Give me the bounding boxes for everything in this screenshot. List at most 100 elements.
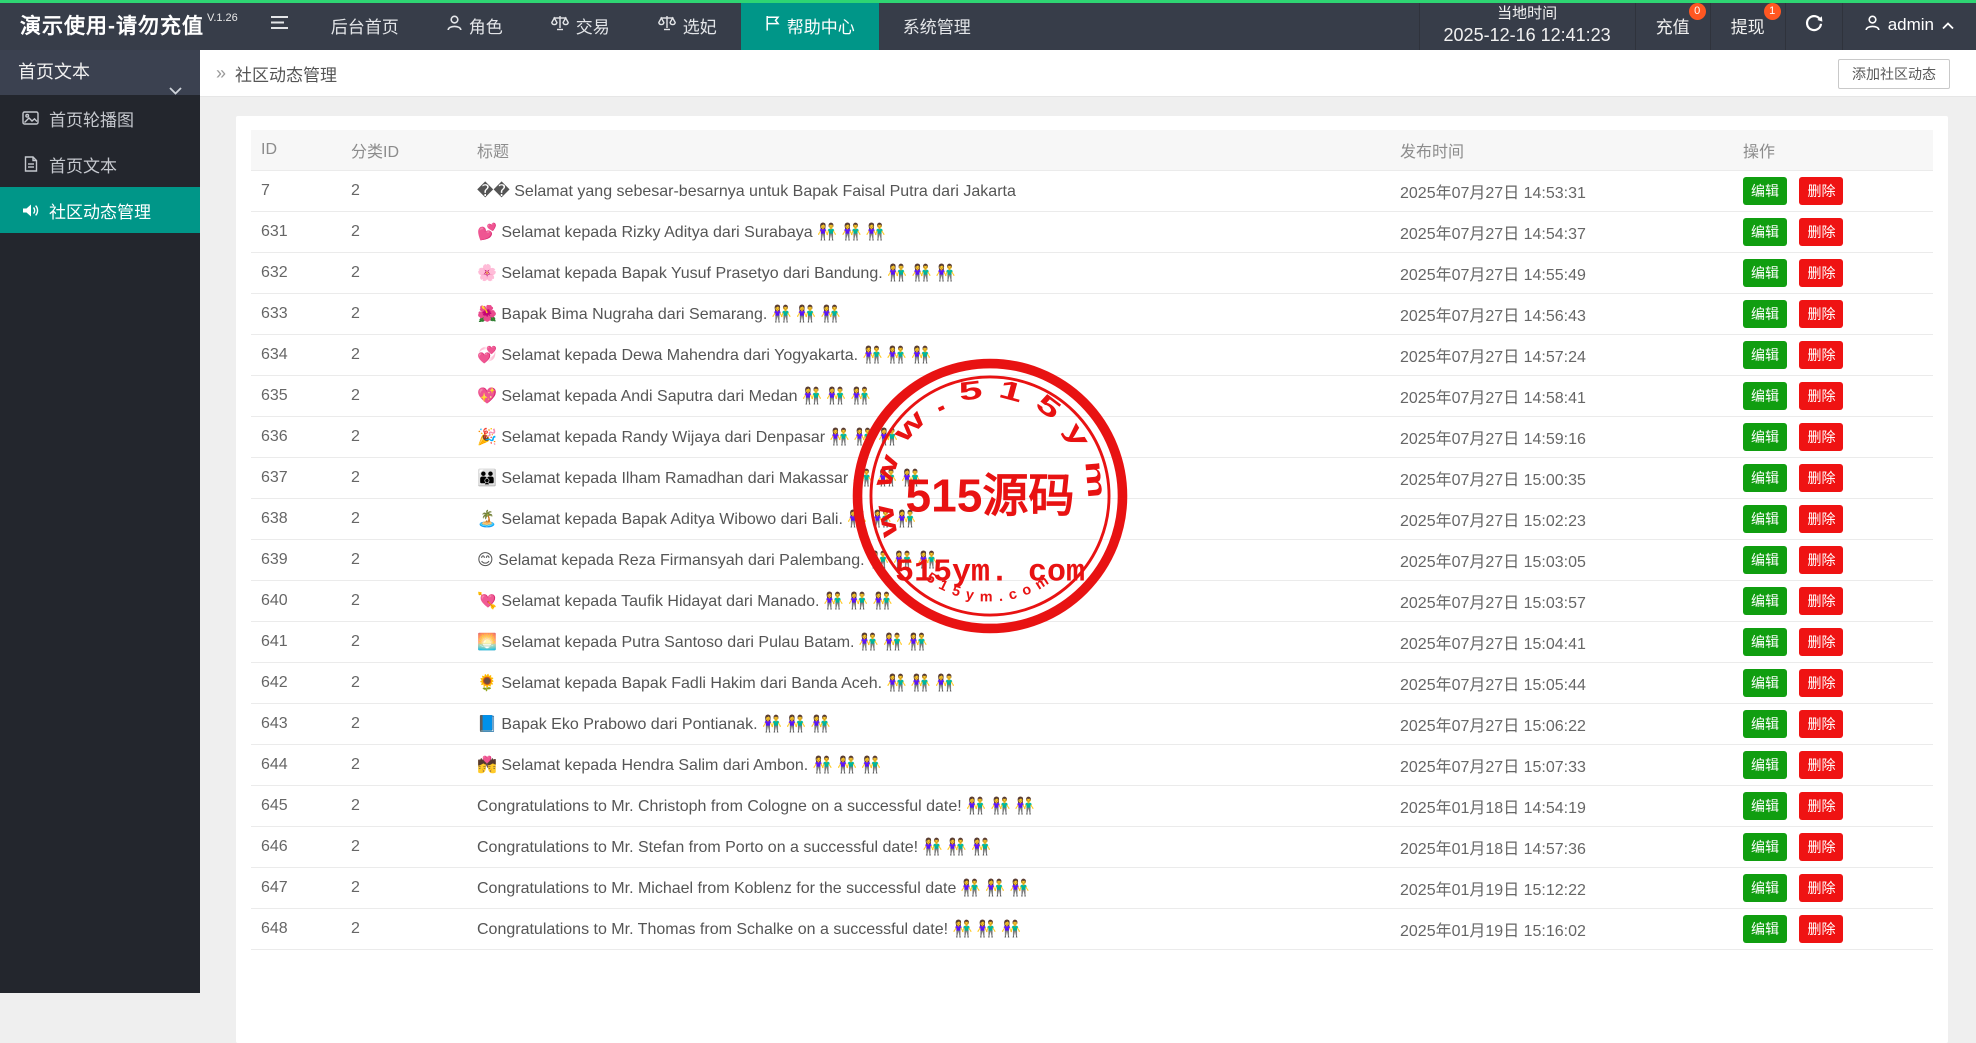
delete-button[interactable]: 删除 — [1799, 586, 1844, 615]
edit-button[interactable]: 编辑 — [1743, 504, 1787, 533]
delete-button[interactable]: 删除 — [1799, 217, 1844, 246]
nav-item-roles[interactable]: 角色 — [423, 0, 527, 50]
delete-button[interactable]: 删除 — [1799, 750, 1844, 779]
nav-item-trade[interactable]: 交易 — [527, 0, 634, 50]
add-community-feed-button[interactable]: 添加社区动态 — [1838, 59, 1950, 89]
sidebar-item-home-text[interactable]: 首页文本 — [0, 141, 200, 187]
cell-id: 632 — [251, 252, 351, 294]
local-time-label: 当地时间 — [1497, 4, 1558, 22]
edit-button[interactable]: 编辑 — [1743, 299, 1787, 328]
delete-button[interactable]: 删除 — [1799, 914, 1844, 943]
edit-button[interactable]: 编辑 — [1743, 217, 1787, 246]
table-row: 635 2 💖 Selamat kepada Andi Saputra dari… — [251, 375, 1933, 417]
delete-button[interactable]: 删除 — [1799, 832, 1844, 861]
cell-category: 2 — [351, 539, 477, 581]
delete-button[interactable]: 删除 — [1799, 176, 1844, 205]
table-row: 634 2 💞 Selamat kepada Dewa Mahendra dar… — [251, 334, 1933, 376]
brand-title: 演示使用-请勿充值 — [20, 15, 204, 38]
edit-button[interactable]: 编辑 — [1743, 381, 1787, 410]
cell-actions: 编辑 删除 — [1743, 908, 1933, 950]
delete-button[interactable]: 删除 — [1799, 545, 1844, 574]
table-row: 648 2 Congratulations to Mr. Thomas from… — [251, 908, 1933, 950]
cell-category: 2 — [351, 334, 477, 376]
delete-button[interactable]: 删除 — [1799, 627, 1844, 656]
cell-time: 2025年01月18日 14:57:36 — [1400, 826, 1743, 868]
cell-time: 2025年07月27日 15:05:44 — [1400, 662, 1743, 704]
brand-version: V.1.26 — [207, 12, 238, 24]
recharge-button[interactable]: 充值 0 — [1636, 0, 1711, 50]
speaker-icon — [22, 203, 39, 218]
delete-button[interactable]: 删除 — [1799, 258, 1844, 287]
edit-button[interactable]: 编辑 — [1743, 668, 1787, 697]
table-card: ID 分类ID 标题 发布时间 操作 7 2 �� Selamat yang s… — [236, 116, 1948, 1043]
sidebar-item-community-feed[interactable]: 社区动态管理 — [0, 187, 200, 233]
table-row: 642 2 🌻 Selamat kepada Bapak Fadli Hakim… — [251, 662, 1933, 704]
cell-category: 2 — [351, 375, 477, 417]
delete-button[interactable]: 删除 — [1799, 791, 1844, 820]
nav-item-dashboard[interactable]: 后台首页 — [307, 0, 423, 50]
username: admin — [1887, 15, 1934, 34]
sidebar-item-label: 首页轮播图 — [49, 110, 134, 130]
delete-button[interactable]: 删除 — [1799, 463, 1844, 492]
delete-button[interactable]: 删除 — [1799, 381, 1844, 410]
cell-category: 2 — [351, 252, 477, 294]
delete-button[interactable]: 删除 — [1799, 340, 1844, 369]
cell-title: 🌸 Selamat kepada Bapak Yusuf Prasetyo da… — [477, 252, 1400, 294]
cell-category: 2 — [351, 293, 477, 335]
edit-button[interactable]: 编辑 — [1743, 709, 1787, 738]
cell-actions: 编辑 删除 — [1743, 211, 1933, 253]
cell-actions: 编辑 删除 — [1743, 621, 1933, 663]
chevron-down-icon — [169, 67, 182, 112]
table-row: 639 2 😊 Selamat kepada Reza Firmansyah d… — [251, 539, 1933, 581]
cell-id: 648 — [251, 908, 351, 950]
edit-button[interactable]: 编辑 — [1743, 340, 1787, 369]
cell-title: 💏 Selamat kepada Hendra Salim dari Ambon… — [477, 744, 1400, 786]
delete-button[interactable]: 删除 — [1799, 422, 1844, 451]
user-menu[interactable]: admin — [1843, 0, 1976, 50]
delete-button[interactable]: 删除 — [1799, 873, 1844, 902]
menu-toggle-button[interactable] — [252, 0, 307, 50]
edit-button[interactable]: 编辑 — [1743, 422, 1787, 451]
edit-button[interactable]: 编辑 — [1743, 176, 1787, 205]
breadcrumb: » 社区动态管理 — [216, 50, 337, 97]
cell-category: 2 — [351, 580, 477, 622]
nav-item-help-center[interactable]: 帮助中心 — [740, 0, 879, 50]
cell-time: 2025年07月27日 14:53:31 — [1400, 170, 1743, 212]
refresh-button[interactable] — [1786, 0, 1843, 50]
cell-time: 2025年07月27日 14:56:43 — [1400, 293, 1743, 335]
cell-actions: 编辑 删除 — [1743, 662, 1933, 704]
edit-button[interactable]: 编辑 — [1743, 258, 1787, 287]
edit-button[interactable]: 编辑 — [1743, 463, 1787, 492]
nav-item-select[interactable]: 选妃 — [634, 0, 741, 50]
main-content: » 社区动态管理 添加社区动态 ID 分类ID 标题 发布时间 操作 7 2 �… — [200, 50, 1976, 1043]
brand: 演示使用-请勿充值 V.1.26 — [0, 0, 252, 50]
delete-button[interactable]: 删除 — [1799, 504, 1844, 533]
edit-button[interactable]: 编辑 — [1743, 832, 1787, 861]
edit-button[interactable]: 编辑 — [1743, 586, 1787, 615]
edit-button[interactable]: 编辑 — [1743, 750, 1787, 779]
cell-title: 💕 Selamat kepada Rizky Aditya dari Surab… — [477, 211, 1400, 253]
cell-id: 640 — [251, 580, 351, 622]
cell-category: 2 — [351, 416, 477, 458]
delete-button[interactable]: 删除 — [1799, 299, 1844, 328]
nav-item-system[interactable]: 系统管理 — [879, 0, 995, 50]
edit-button[interactable]: 编辑 — [1743, 545, 1787, 574]
table-row: 636 2 🎉 Selamat kepada Randy Wijaya dari… — [251, 416, 1933, 458]
cell-category: 2 — [351, 826, 477, 868]
cell-category: 2 — [351, 785, 477, 827]
edit-button[interactable]: 编辑 — [1743, 914, 1787, 943]
cell-time: 2025年07月27日 14:54:37 — [1400, 211, 1743, 253]
table-header-row: ID 分类ID 标题 发布时间 操作 — [251, 130, 1933, 171]
withdraw-button[interactable]: 提现 1 — [1711, 0, 1786, 50]
cell-title: 👪 Selamat kepada Ilham Ramadhan dari Mak… — [477, 457, 1400, 499]
edit-button[interactable]: 编辑 — [1743, 873, 1787, 902]
cell-time: 2025年07月27日 14:57:24 — [1400, 334, 1743, 376]
cell-id: 639 — [251, 539, 351, 581]
cell-actions: 编辑 删除 — [1743, 293, 1933, 335]
sidebar-group-header[interactable]: 首页文本 — [0, 50, 200, 95]
edit-button[interactable]: 编辑 — [1743, 627, 1787, 656]
cell-title: 🌻 Selamat kepada Bapak Fadli Hakim dari … — [477, 662, 1400, 704]
delete-button[interactable]: 删除 — [1799, 709, 1844, 738]
delete-button[interactable]: 删除 — [1799, 668, 1844, 697]
edit-button[interactable]: 编辑 — [1743, 791, 1787, 820]
